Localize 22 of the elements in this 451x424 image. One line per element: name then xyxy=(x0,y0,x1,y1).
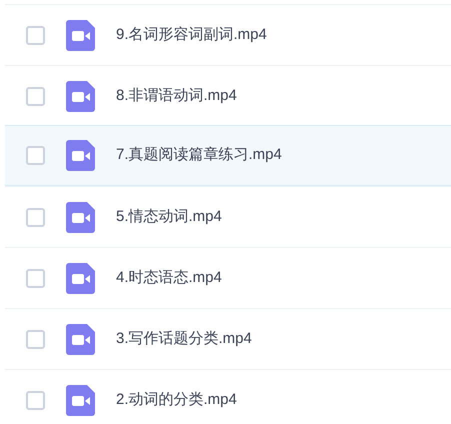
checkbox[interactable] xyxy=(26,208,45,226)
file-name[interactable]: 3.写作话题分类.mp4 xyxy=(116,328,252,350)
video-file-icon xyxy=(66,202,95,232)
video-file-icon xyxy=(66,140,95,171)
file-name[interactable]: 2.动词的分类.mp4 xyxy=(116,388,237,412)
file-name[interactable]: 7.真题阅读篇章练习.mp4 xyxy=(116,144,282,167)
file-row-highlight[interactable]: 7.真题阅读篇章练习.mp4 xyxy=(5,125,451,186)
video-file-icon xyxy=(66,20,95,50)
checkbox[interactable] xyxy=(26,268,45,288)
checkbox[interactable] xyxy=(26,26,45,44)
checkbox[interactable] xyxy=(26,86,45,106)
file-name[interactable]: 4.时态语态.mp4 xyxy=(116,266,222,290)
video-file-icon xyxy=(66,384,95,416)
video-file-icon xyxy=(66,80,95,112)
video-file-icon xyxy=(66,324,95,354)
checkbox[interactable] xyxy=(26,390,45,410)
video-file-icon xyxy=(66,262,95,294)
checkbox[interactable] xyxy=(26,146,45,165)
checkbox[interactable] xyxy=(26,330,45,348)
file-name[interactable]: 8.非谓语动词.mp4 xyxy=(116,84,237,108)
file-name[interactable]: 5.情态动词.mp4 xyxy=(116,206,222,228)
file-name[interactable]: 9.名词形容词副词.mp4 xyxy=(116,24,267,46)
